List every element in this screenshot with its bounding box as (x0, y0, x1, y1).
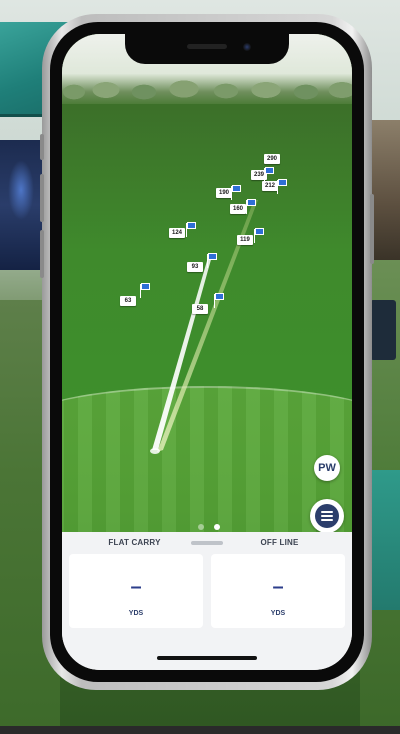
distance-marker: 160 (230, 204, 246, 214)
off-line-unit: YDS (270, 610, 286, 617)
club-select-button[interactable]: PW (314, 455, 340, 481)
shot-stats-panel: FLAT CARRY OFF LINE – YDS – YDS (62, 532, 352, 670)
target-flag-icon (215, 293, 224, 300)
distance-marker: 290 (264, 154, 280, 164)
home-indicator[interactable] (157, 656, 257, 660)
target-flag-icon (278, 179, 287, 186)
distance-marker: 212 (262, 181, 278, 191)
phone-power-button (370, 194, 374, 264)
speaker-grille (187, 44, 227, 49)
phone-notch (125, 34, 289, 64)
phone-volume-up (40, 174, 44, 222)
menu-button[interactable] (310, 499, 344, 532)
flat-carry-title: FLAT CARRY (108, 538, 161, 547)
background-teal-box (370, 470, 400, 610)
flat-carry-card[interactable]: – YDS (69, 554, 203, 628)
background-bottom-edge (0, 726, 400, 734)
target-flag-icon (208, 253, 217, 260)
distance-marker: 93 (187, 262, 203, 272)
off-line-title: OFF LINE (260, 538, 299, 547)
front-camera-icon (243, 43, 251, 51)
target-flag-icon (232, 185, 241, 192)
range-view[interactable]: 290 239 212 190 160 124 119 93 63 58 PW (62, 34, 352, 532)
flat-carry-value: – (130, 576, 142, 598)
shot-tracer-layer (150, 200, 258, 454)
page-dot-1[interactable] (198, 524, 204, 530)
flat-carry-unit: YDS (128, 610, 144, 617)
target-flag-icon (141, 283, 150, 290)
phone-frame: 290 239 212 190 160 124 119 93 63 58 PW … (40, 14, 374, 690)
background-equipment (370, 300, 396, 360)
shot-tracer-primary (152, 254, 212, 450)
page-dot-2-active[interactable] (214, 524, 220, 530)
off-line-card[interactable]: – YDS (211, 554, 345, 628)
distance-marker: 190 (216, 188, 232, 198)
app-screen: 290 239 212 190 160 124 119 93 63 58 PW … (62, 34, 352, 670)
target-flag-icon (247, 199, 256, 206)
hamburger-menu-icon (315, 504, 339, 528)
target-flag-icon (255, 228, 264, 235)
target-flag-icon (265, 167, 274, 174)
distance-marker: 58 (192, 304, 208, 314)
phone-mute-switch (40, 134, 44, 160)
distance-marker: 63 (120, 296, 136, 306)
phone-volume-down (40, 230, 44, 278)
off-line-value: – (272, 576, 284, 598)
distance-marker: 124 (169, 228, 185, 238)
background-screen-glow (8, 160, 34, 220)
distance-marker: 119 (237, 235, 253, 245)
ball-position (150, 448, 160, 454)
target-flag-icon (187, 222, 196, 229)
